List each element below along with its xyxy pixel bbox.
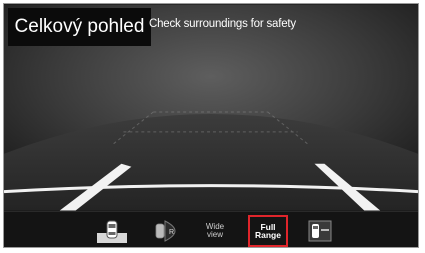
safety-notice: Check surroundings for safety (149, 18, 296, 30)
top-view-button[interactable] (94, 216, 130, 246)
camera-screen: Celkový pohled Check surroundings for sa… (3, 3, 419, 248)
wide-view-button[interactable]: Wide view (200, 216, 230, 246)
view-title-box: Celkový pohled (8, 8, 151, 46)
wide-view-label-line2: view (206, 230, 223, 239)
full-range-button[interactable]: Full Range (248, 215, 288, 247)
side-view-button[interactable] (304, 216, 338, 246)
camera-display-frame: Celkový pohled Check surroundings for sa… (0, 0, 425, 253)
view-selector-bar: R Wide view Full Range (4, 211, 418, 247)
full-range-label: Full Range (255, 223, 281, 240)
top-view-car-icon (97, 220, 127, 243)
rear-view-button[interactable]: R (150, 216, 186, 246)
rear-camera-icon: R (155, 220, 176, 242)
rear-view-label: R (169, 229, 174, 236)
view-title: Celkový pohled (14, 16, 145, 37)
wide-view-label: Wide view (206, 223, 224, 239)
side-camera-icon (308, 220, 332, 242)
full-range-label-line2: Range (255, 230, 281, 240)
